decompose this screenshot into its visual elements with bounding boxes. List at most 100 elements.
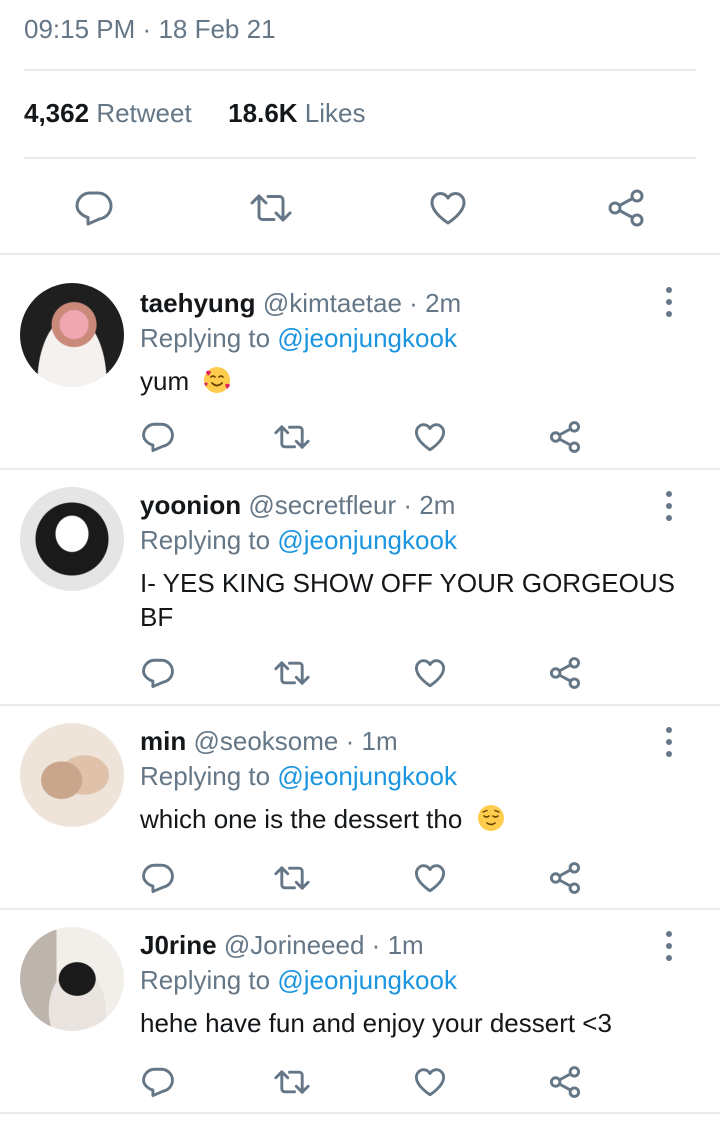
reply-header: taehyung @kimtaetae · 2m xyxy=(140,286,650,320)
reply-text: I- YES KING SHOW OFF YOUR GORGEOUS BF xyxy=(140,568,675,632)
divider xyxy=(0,1112,720,1114)
heart-icon xyxy=(413,656,447,690)
relieved-face-emoji xyxy=(476,803,506,833)
like-button[interactable] xyxy=(408,858,452,898)
reply-icon xyxy=(141,1065,175,1099)
reply-author-handle[interactable]: @seoksome xyxy=(193,726,338,756)
reply-author-name[interactable]: min xyxy=(140,726,186,756)
avatar[interactable] xyxy=(20,927,124,1031)
more-icon-dot xyxy=(666,943,672,949)
smiling-face-with-hearts-emoji xyxy=(202,365,232,395)
retweet-icon xyxy=(273,861,311,895)
reply-author-name[interactable]: J0rine xyxy=(140,930,217,960)
heart-icon xyxy=(413,420,447,454)
replying-to: Replying to @jeonjungkook xyxy=(140,962,650,998)
retweet-icon xyxy=(273,420,311,454)
tweet-stats: 4,362 Retweet 18.6K Likes xyxy=(24,98,366,129)
reply-header: yoonion @secretfleur · 2m xyxy=(140,488,650,522)
reply-tweet[interactable]: yoonion @secretfleur · 2m Replying to @j… xyxy=(0,470,720,704)
reply-meta-separator: · xyxy=(345,726,355,756)
share-icon xyxy=(548,861,582,895)
more-icon-dot xyxy=(666,931,672,937)
avatar[interactable] xyxy=(20,723,124,827)
like-button[interactable] xyxy=(408,1062,452,1102)
more-icon-dot xyxy=(666,955,672,961)
tweet-time: 09:15 PM xyxy=(24,14,136,44)
reply-time: 1m xyxy=(361,726,398,756)
reply-author-handle[interactable]: @secretfleur xyxy=(248,490,396,520)
more-options-button[interactable] xyxy=(662,727,676,757)
retweet-button[interactable] xyxy=(270,653,314,693)
reply-meta-separator: · xyxy=(371,930,381,960)
replying-to-mention[interactable]: @jeonjungkook xyxy=(277,525,457,555)
divider xyxy=(24,157,696,159)
more-icon-dot xyxy=(666,503,672,509)
retweet-button[interactable] xyxy=(270,417,314,457)
reply-author-name[interactable]: yoonion xyxy=(140,490,241,520)
reply-icon xyxy=(141,656,175,690)
retweet-icon xyxy=(249,188,293,228)
share-button[interactable] xyxy=(543,1062,587,1102)
reply-text: hehe have fun and enjoy your dessert <3 xyxy=(140,1008,612,1038)
share-icon xyxy=(606,188,646,228)
replying-to-mention[interactable]: @jeonjungkook xyxy=(277,965,457,995)
share-button[interactable] xyxy=(543,858,587,898)
retweet-stat[interactable]: 4,362 Retweet xyxy=(24,98,199,128)
reply-meta-separator: · xyxy=(409,288,418,318)
share-button[interactable] xyxy=(598,180,654,236)
more-icon-dot xyxy=(666,491,672,497)
reply-content: yoonion @secretfleur · 2m Replying to @j… xyxy=(140,488,675,634)
reply-button[interactable] xyxy=(136,417,180,457)
reply-icon xyxy=(141,420,175,454)
more-icon-dot xyxy=(666,287,672,293)
retweet-button[interactable] xyxy=(243,180,299,236)
more-options-button[interactable] xyxy=(662,287,676,317)
reply-action-bar xyxy=(0,1062,720,1102)
share-button[interactable] xyxy=(543,653,587,693)
reply-author-handle[interactable]: @Jorineeed xyxy=(224,930,365,960)
reply-action-bar xyxy=(0,858,720,898)
reply-icon xyxy=(141,861,175,895)
reply-button[interactable] xyxy=(66,180,122,236)
retweet-button[interactable] xyxy=(270,1062,314,1102)
likes-stat[interactable]: 18.6K Likes xyxy=(221,98,365,128)
more-options-button[interactable] xyxy=(662,931,676,961)
reply-meta-separator: · xyxy=(403,490,413,520)
replying-to-mention[interactable]: @jeonjungkook xyxy=(277,323,457,353)
retweet-button[interactable] xyxy=(270,858,314,898)
reply-tweet[interactable]: min @seoksome · 1m Replying to @jeonjung… xyxy=(0,706,720,908)
tweet-date: 18 Feb 21 xyxy=(158,14,276,44)
replying-to-label: Replying to xyxy=(140,323,271,353)
retweet-icon xyxy=(273,1065,311,1099)
like-button[interactable] xyxy=(420,180,476,236)
reply-button[interactable] xyxy=(136,1062,180,1102)
avatar[interactable] xyxy=(20,283,124,387)
like-button[interactable] xyxy=(408,417,452,457)
share-button[interactable] xyxy=(543,417,587,457)
reply-author-name[interactable]: taehyung xyxy=(140,288,256,318)
reply-header: J0rine @Jorineeed · 1m xyxy=(140,928,650,962)
reply-content: min @seoksome · 1m Replying to @jeonjung… xyxy=(140,724,650,836)
more-icon-dot xyxy=(666,311,672,317)
reply-button[interactable] xyxy=(136,858,180,898)
replying-to: Replying to @jeonjungkook xyxy=(140,522,650,558)
more-icon-dot xyxy=(666,299,672,305)
more-icon-dot xyxy=(666,727,672,733)
reply-tweet[interactable]: taehyung @kimtaetae · 2m Replying to @je… xyxy=(0,254,720,468)
like-button[interactable] xyxy=(408,653,452,693)
replying-to-mention[interactable]: @jeonjungkook xyxy=(277,761,457,791)
heart-icon xyxy=(413,861,447,895)
heart-icon xyxy=(428,188,468,228)
retweet-label: Retweet xyxy=(96,98,192,128)
reply-time: 2m xyxy=(425,288,462,318)
more-options-button[interactable] xyxy=(662,491,676,521)
reply-author-handle[interactable]: @kimtaetae xyxy=(263,288,402,318)
reply-action-bar xyxy=(0,417,720,457)
reply-content: taehyung @kimtaetae · 2m Replying to @je… xyxy=(140,286,650,398)
share-icon xyxy=(548,1065,582,1099)
avatar[interactable] xyxy=(20,487,124,591)
reply-button[interactable] xyxy=(136,653,180,693)
reply-tweet[interactable]: J0rine @Jorineeed · 1m Replying to @jeon… xyxy=(0,910,720,1112)
reply-text-content: yum xyxy=(140,366,190,396)
more-icon-dot xyxy=(666,515,672,521)
